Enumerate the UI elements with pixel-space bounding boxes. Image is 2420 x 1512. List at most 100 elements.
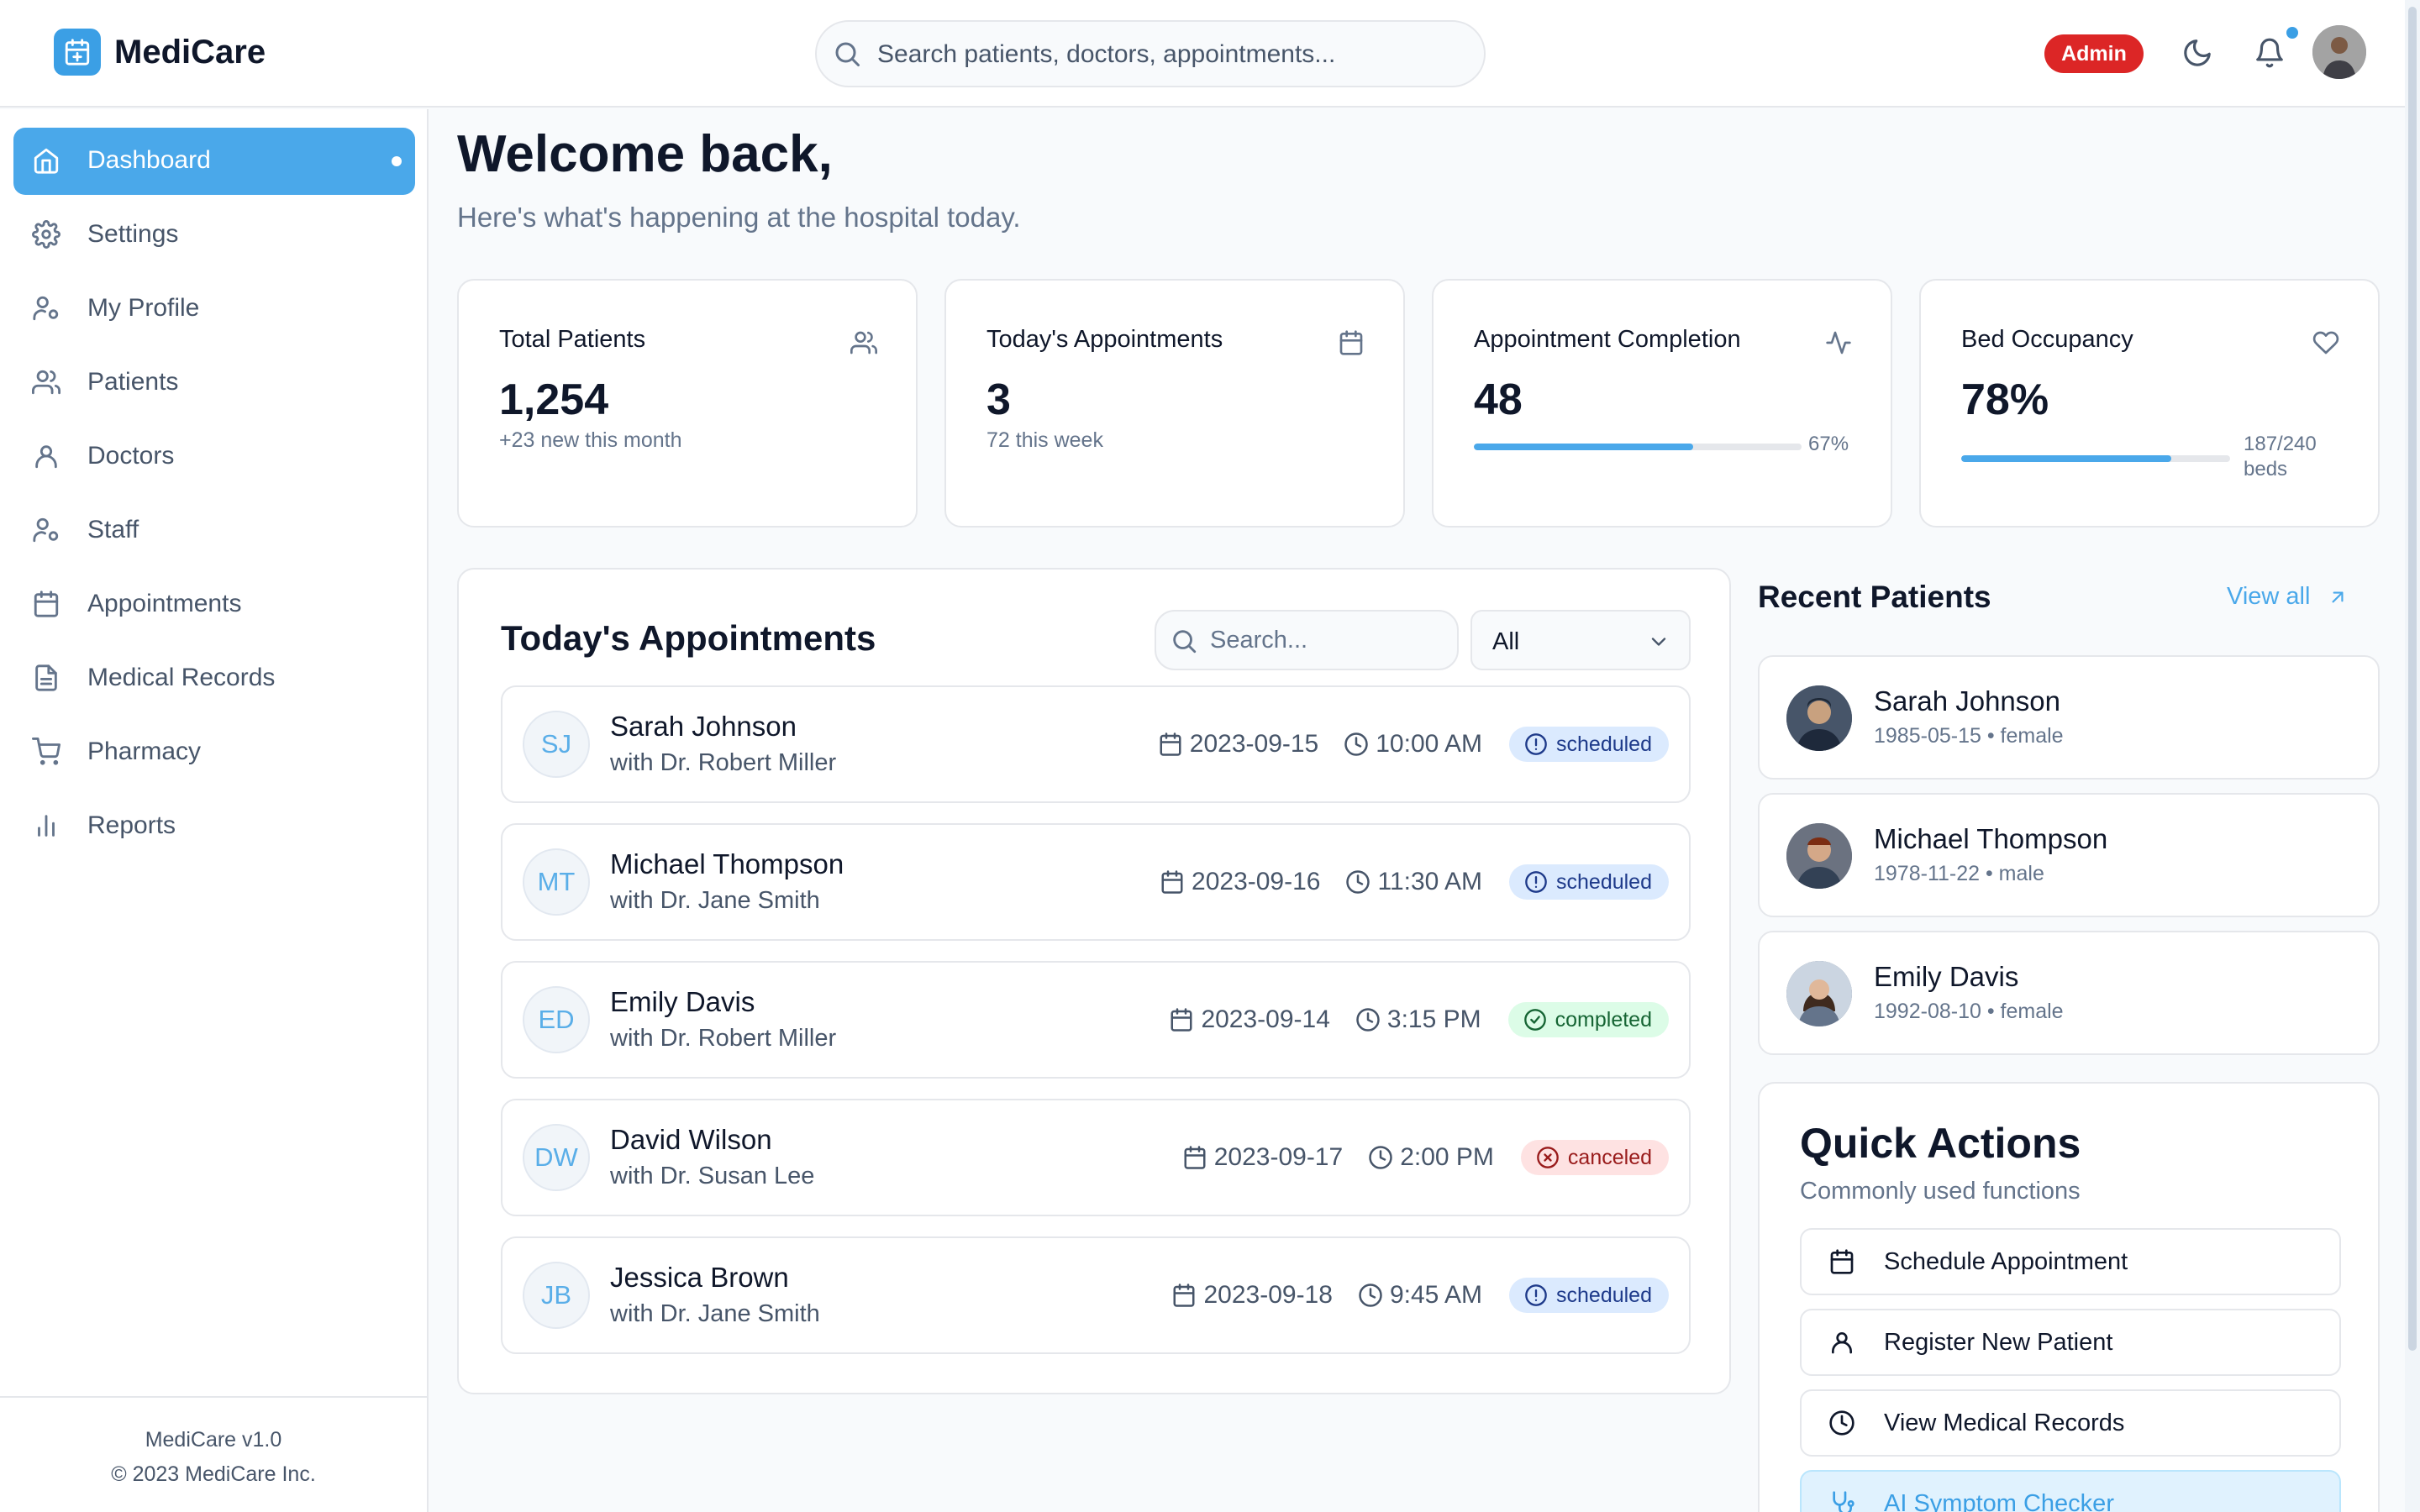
- sidebar-item-patients[interactable]: Patients: [13, 349, 415, 417]
- chevron-down-icon: [1651, 638, 1666, 646]
- status-text: canceled: [1567, 1145, 1652, 1169]
- quick-actions-panel: Quick Actions Commonly used functions Sc…: [1758, 1082, 2380, 1512]
- patient-initials-avatar: MT: [523, 848, 590, 916]
- calendar-icon: [1830, 1249, 1854, 1274]
- button-label: Register New Patient: [1884, 1329, 2113, 1356]
- arrow-up-right-icon: [2332, 591, 2344, 602]
- recent-patient-card[interactable]: Emily Davis 1992-08-10 • female: [1758, 931, 2380, 1055]
- doctor-name: with Dr. Jane Smith: [610, 887, 820, 914]
- status-badge: scheduled: [1509, 864, 1669, 900]
- view-all-link[interactable]: View all: [2227, 583, 2349, 611]
- appointment-time: 10:00 AM: [1344, 730, 1482, 759]
- notification-dot: [2286, 27, 2298, 39]
- stat-value: 3: [986, 375, 1011, 424]
- appointment-row[interactable]: JB Jessica Brown with Dr. Jane Smith 202…: [501, 1236, 1691, 1354]
- doctor-name: with Dr. Robert Miller: [610, 1025, 837, 1052]
- appointment-meta: 2023-09-15 10:00 AM scheduled: [1158, 726, 1669, 763]
- page-title: Welcome back,: [457, 125, 833, 183]
- appointment-time: 3:15 PM: [1355, 1005, 1481, 1034]
- top-header: MediCare Admin: [0, 0, 2420, 108]
- patient-name: Emily Davis: [1874, 961, 2019, 992]
- appointment-meta: 2023-09-16 11:30 AM scheduled: [1160, 864, 1669, 900]
- patient-avatar: [1786, 823, 1852, 889]
- sidebar-item-dashboard[interactable]: Dashboard: [13, 128, 415, 195]
- sidebar-item-pharmacy[interactable]: Pharmacy: [13, 719, 415, 786]
- logo-icon[interactable]: [54, 29, 101, 76]
- calendar-icon: [1173, 1284, 1195, 1307]
- user-avatar[interactable]: [2312, 25, 2366, 79]
- appointments-search-input[interactable]: [1210, 625, 1445, 655]
- clock-icon: [1356, 1008, 1380, 1032]
- calendar-icon: [34, 591, 59, 617]
- sidebar-item-my-profile[interactable]: My Profile: [13, 276, 415, 343]
- sidebar-item-appointments[interactable]: Appointments: [13, 571, 415, 638]
- progress-label-unit: beds: [2244, 458, 2288, 480]
- date-text: 2023-09-18: [1203, 1281, 1333, 1309]
- time-text: 9:45 AM: [1389, 1281, 1483, 1309]
- appointment-row[interactable]: MT Michael Thompson with Dr. Jane Smith …: [501, 823, 1691, 941]
- date-text: 2023-09-16: [1192, 868, 1321, 895]
- bar-chart-icon: [38, 815, 55, 837]
- app-name[interactable]: MediCare: [114, 34, 266, 71]
- appointment-time: 11:30 AM: [1345, 868, 1482, 896]
- date-text: 2023-09-15: [1189, 730, 1319, 758]
- check-circle-icon: [1523, 1009, 1546, 1031]
- progress-label: 187/240 beds: [2244, 432, 2317, 482]
- button-label: View Medical Records: [1884, 1410, 2125, 1436]
- progress-label-count: 187/240: [2244, 433, 2317, 455]
- appointments-search[interactable]: [1155, 610, 1459, 670]
- appointments-title: Today's Appointments: [501, 618, 876, 658]
- theme-toggle-button[interactable]: [2181, 37, 2213, 69]
- view-all-label: View all: [2227, 583, 2311, 610]
- appointment-row[interactable]: ED Emily Davis with Dr. Robert Miller 20…: [501, 961, 1691, 1079]
- stat-label: Bed Occupancy: [1961, 326, 2133, 353]
- appointment-date: 2023-09-18: [1171, 1281, 1333, 1310]
- gear-icon: [32, 220, 60, 249]
- clock-icon: [1359, 1284, 1382, 1307]
- global-search[interactable]: [815, 20, 1486, 87]
- sidebar-item-staff[interactable]: Staff: [13, 497, 415, 564]
- sidebar-item-medical-records[interactable]: Medical Records: [13, 645, 415, 712]
- sidebar-item-doctors[interactable]: Doctors: [13, 423, 415, 491]
- clock-icon: [1829, 1410, 1854, 1436]
- patient-initials-avatar: SJ: [523, 711, 590, 778]
- sidebar: Dashboard Settings My Profile Patients D…: [0, 109, 429, 1512]
- active-indicator: [392, 156, 402, 166]
- scrollbar-thumb[interactable]: [2408, 7, 2417, 1351]
- doctor-name: with Dr. Jane Smith: [610, 1300, 820, 1327]
- status-filter-select[interactable]: All: [1470, 610, 1691, 670]
- bell-icon: [2256, 38, 2283, 68]
- patient-name: Jessica Brown: [610, 1262, 789, 1293]
- patient-name: Sarah Johnson: [1874, 685, 2060, 717]
- view-medical-records-button[interactable]: View Medical Records: [1800, 1389, 2341, 1457]
- notifications-button[interactable]: [2254, 37, 2286, 69]
- register-new-patient-button[interactable]: Register New Patient: [1800, 1309, 2341, 1376]
- activity-icon: [1826, 331, 1851, 354]
- sidebar-item-settings[interactable]: Settings: [13, 202, 415, 269]
- alert-circle-icon: [1525, 871, 1547, 893]
- progress-bar: [1474, 444, 1802, 450]
- recent-patient-card[interactable]: Michael Thompson 1978-11-22 • male: [1758, 793, 2380, 917]
- status-badge: canceled: [1520, 1140, 1669, 1175]
- search-icon: [835, 42, 860, 66]
- ai-symptom-checker-button[interactable]: AI Symptom Checker: [1800, 1470, 2341, 1512]
- calendar-icon: [1339, 330, 1363, 355]
- appointment-row[interactable]: SJ Sarah Johnson with Dr. Robert Miller …: [501, 685, 1691, 803]
- sidebar-item-reports[interactable]: Reports: [13, 793, 415, 860]
- appointment-date: 2023-09-14: [1169, 1005, 1330, 1034]
- patient-initials-avatar: ED: [523, 986, 590, 1053]
- stat-subtext: 72 this week: [986, 428, 1103, 452]
- patient-name: David Wilson: [610, 1124, 772, 1155]
- search-input[interactable]: [877, 37, 1465, 72]
- stethoscope-icon: [1833, 1491, 1854, 1512]
- patient-meta: 1992-08-10 • female: [1874, 1000, 2064, 1023]
- stat-card-todays-appointments: Today's Appointments 3 72 this week: [944, 279, 1405, 528]
- status-badge: scheduled: [1509, 727, 1669, 762]
- recent-patient-card[interactable]: Sarah Johnson 1985-05-15 • female: [1758, 655, 2380, 780]
- page-subtitle: Here's what's happening at the hospital …: [457, 202, 1021, 233]
- schedule-appointment-button[interactable]: Schedule Appointment: [1800, 1228, 2341, 1295]
- sidebar-footer: MediCare v1.0 © 2023 MediCare Inc.: [0, 1396, 427, 1492]
- appointment-row[interactable]: DW David Wilson with Dr. Susan Lee 2023-…: [501, 1099, 1691, 1216]
- stat-label: Today's Appointments: [986, 326, 1223, 353]
- appointment-meta: 2023-09-18 9:45 AM scheduled: [1171, 1277, 1669, 1314]
